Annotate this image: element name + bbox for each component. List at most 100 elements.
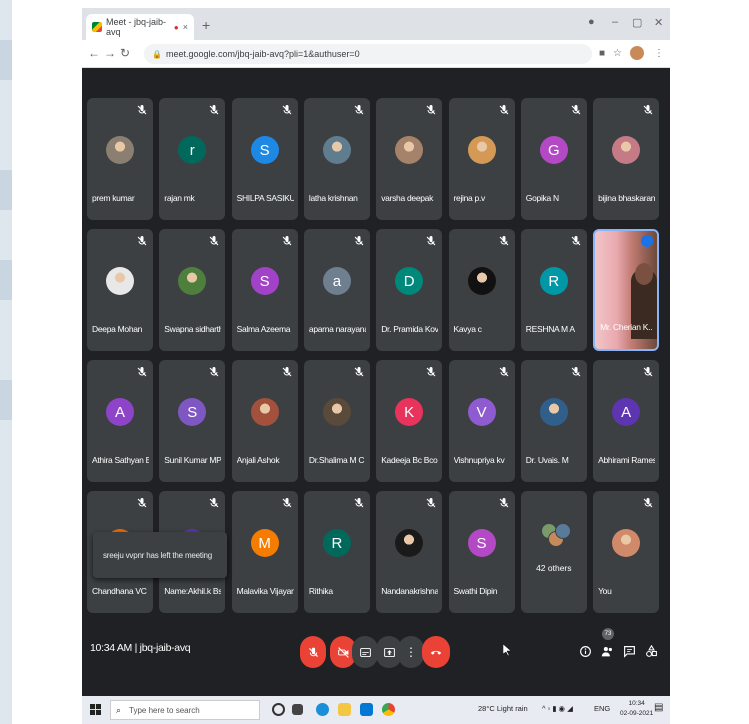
account-circle-icon[interactable]: ● <box>588 16 595 28</box>
participant-photo-avatar <box>467 136 496 164</box>
participant-tile[interactable]: V Vishnupriya kv <box>448 360 515 482</box>
back-arrow-icon[interactable]: ← <box>88 46 100 60</box>
participant-photo-avatar <box>395 136 424 164</box>
meeting-code: jbq-jaib-avq <box>139 642 191 654</box>
participant-tile[interactable]: Deepa Mohan <box>87 229 153 351</box>
participant-tile[interactable]: A Abhirami Rames... <box>593 360 660 482</box>
participant-photo-avatar <box>395 529 424 557</box>
mic-muted-icon <box>498 365 510 377</box>
task-view-icon[interactable] <box>292 704 303 715</box>
tab-strip: Meet - jbq-jaib-avq ● × + ● – ▢ ✕ <box>82 8 670 40</box>
left-meeting-notification: sreeju vvpnr has left the meeting <box>93 532 227 578</box>
participant-tile[interactable]: 42 others <box>520 491 587 613</box>
participant-tile[interactable]: A Athira Sathyan B... <box>87 360 153 482</box>
participant-initial-avatar: A <box>612 398 641 426</box>
mic-off-button[interactable] <box>300 636 326 668</box>
participant-name: rajan mk <box>164 193 195 203</box>
participant-name: Sunil Kumar MP <box>164 455 222 465</box>
meeting-details-button[interactable] <box>578 644 592 658</box>
meeting-control-bar: 10:34 AM | jbq-jaib-avq ⋮ 73 <box>82 628 670 676</box>
close-window-button[interactable]: ✕ <box>654 16 663 29</box>
people-icon <box>601 646 612 656</box>
url-field[interactable]: 🔒 meet.google.com/jbq-jaib-avq?pli=1&aut… <box>144 44 592 64</box>
participant-tile[interactable]: S Sunil Kumar MP <box>159 360 226 482</box>
tab-meet[interactable]: Meet - jbq-jaib-avq ● × <box>86 14 194 40</box>
participant-tile[interactable]: a aparna narayanan <box>303 229 370 351</box>
chrome-icon[interactable] <box>382 703 395 716</box>
cortana-icon[interactable] <box>272 703 285 716</box>
store-icon[interactable] <box>360 703 373 716</box>
participant-tile[interactable]: Kavya c <box>448 229 515 351</box>
maximize-button[interactable]: ▢ <box>632 16 642 29</box>
camera-off-icon <box>337 646 349 658</box>
forward-arrow-icon[interactable]: → <box>104 46 116 60</box>
participant-tile[interactable]: Swapna sidharth <box>159 229 226 351</box>
participant-name: Swapna sidharth <box>164 324 222 334</box>
weather-widget[interactable]: 28°C Light rain <box>478 704 528 713</box>
participant-tile[interactable]: bijina bhaskaran <box>593 98 660 220</box>
leave-call-button[interactable] <box>422 636 450 668</box>
participant-photo-avatar <box>178 267 207 295</box>
participant-tile[interactable]: D Dr. Pramida Kov... <box>376 229 443 351</box>
new-tab-button[interactable]: + <box>202 17 210 33</box>
others-avatar-stack <box>540 521 571 549</box>
more-options-button[interactable]: ⋮ <box>398 636 424 668</box>
participant-tile[interactable]: G Gopika N <box>520 98 587 220</box>
activities-button[interactable] <box>644 644 658 658</box>
file-explorer-icon[interactable] <box>338 703 351 716</box>
participant-tile[interactable]: R Rithika <box>303 491 370 613</box>
mic-muted-icon <box>353 365 365 377</box>
mic-muted-icon <box>208 365 220 377</box>
participant-name: varsha deepak <box>381 193 434 203</box>
camera-permission-icon[interactable]: ■ <box>599 48 605 59</box>
participant-tile[interactable]: S Salma Azeema <box>231 229 298 351</box>
participant-initial-avatar: A <box>106 398 134 426</box>
mic-muted-icon <box>642 496 654 508</box>
participant-name: Kavya c <box>453 324 482 334</box>
bookmark-star-icon[interactable]: ☆ <box>613 48 622 59</box>
participant-tile[interactable]: Nandanakrishna <box>376 491 443 613</box>
participant-tile[interactable]: prem kumar <box>87 98 153 220</box>
captions-button[interactable] <box>352 636 378 668</box>
edge-browser-icon[interactable] <box>316 703 329 716</box>
participant-tile[interactable]: You <box>593 491 660 613</box>
notification-icon[interactable]: ▤ <box>654 702 663 713</box>
participant-initial-avatar: S <box>178 398 207 426</box>
background-window-edge <box>0 0 12 724</box>
others-count: 42 others <box>536 563 572 573</box>
participant-tile[interactable]: S SHILPA SASIKU... <box>231 98 298 220</box>
language-indicator[interactable]: ENG <box>594 704 610 713</box>
taskbar-search-box[interactable]: ⌕ Type here to search <box>110 700 260 720</box>
participant-tile[interactable]: M Malavika Vijayan <box>231 491 298 613</box>
participant-initial-avatar: S <box>250 267 279 295</box>
participant-tile[interactable]: r rajan mk <box>159 98 226 220</box>
participant-tile[interactable]: latha krishnan <box>303 98 370 220</box>
others-avatar <box>554 523 571 539</box>
more-menu-icon[interactable]: ⋮ <box>654 48 664 59</box>
mic-muted-icon <box>425 234 437 246</box>
participant-tile[interactable]: Anjali Ashok <box>231 360 298 482</box>
people-button[interactable] <box>600 644 614 658</box>
captions-icon <box>359 647 371 657</box>
minimize-button[interactable]: – <box>612 16 618 28</box>
participant-tile[interactable]: Dr. Uvais. M <box>520 360 587 482</box>
tab-close-button[interactable]: × <box>183 22 188 32</box>
tray-icons[interactable]: ^ ▫ ▮ ◉ ◢ <box>542 704 573 713</box>
participant-tile[interactable]: Dr.Shalima M C <box>303 360 370 482</box>
info-icon <box>579 645 591 657</box>
chat-button[interactable] <box>622 644 636 658</box>
mic-muted-icon <box>353 234 365 246</box>
profile-avatar[interactable] <box>630 46 644 60</box>
participant-tile[interactable]: rejina p.v <box>448 98 515 220</box>
participant-name: Deepa Mohan <box>92 324 143 334</box>
reload-icon[interactable]: ↻ <box>120 46 130 60</box>
clock-date: 02-09-2021 <box>620 710 654 717</box>
participant-name: Dr. Uvais. M <box>525 455 569 465</box>
recording-dot-icon: ● <box>173 22 179 32</box>
taskbar-clock[interactable]: 10:34 02-09-2021 <box>620 699 653 719</box>
participant-tile[interactable]: varsha deepak <box>376 98 443 220</box>
participant-tile[interactable]: R RESHNA M A <box>520 229 587 351</box>
participant-tile[interactable]: Mr. Cherian K... <box>593 229 660 351</box>
participant-tile[interactable]: S Swathi Dipin <box>448 491 515 613</box>
participant-tile[interactable]: K Kadeeja Bc Bcom <box>376 360 443 482</box>
